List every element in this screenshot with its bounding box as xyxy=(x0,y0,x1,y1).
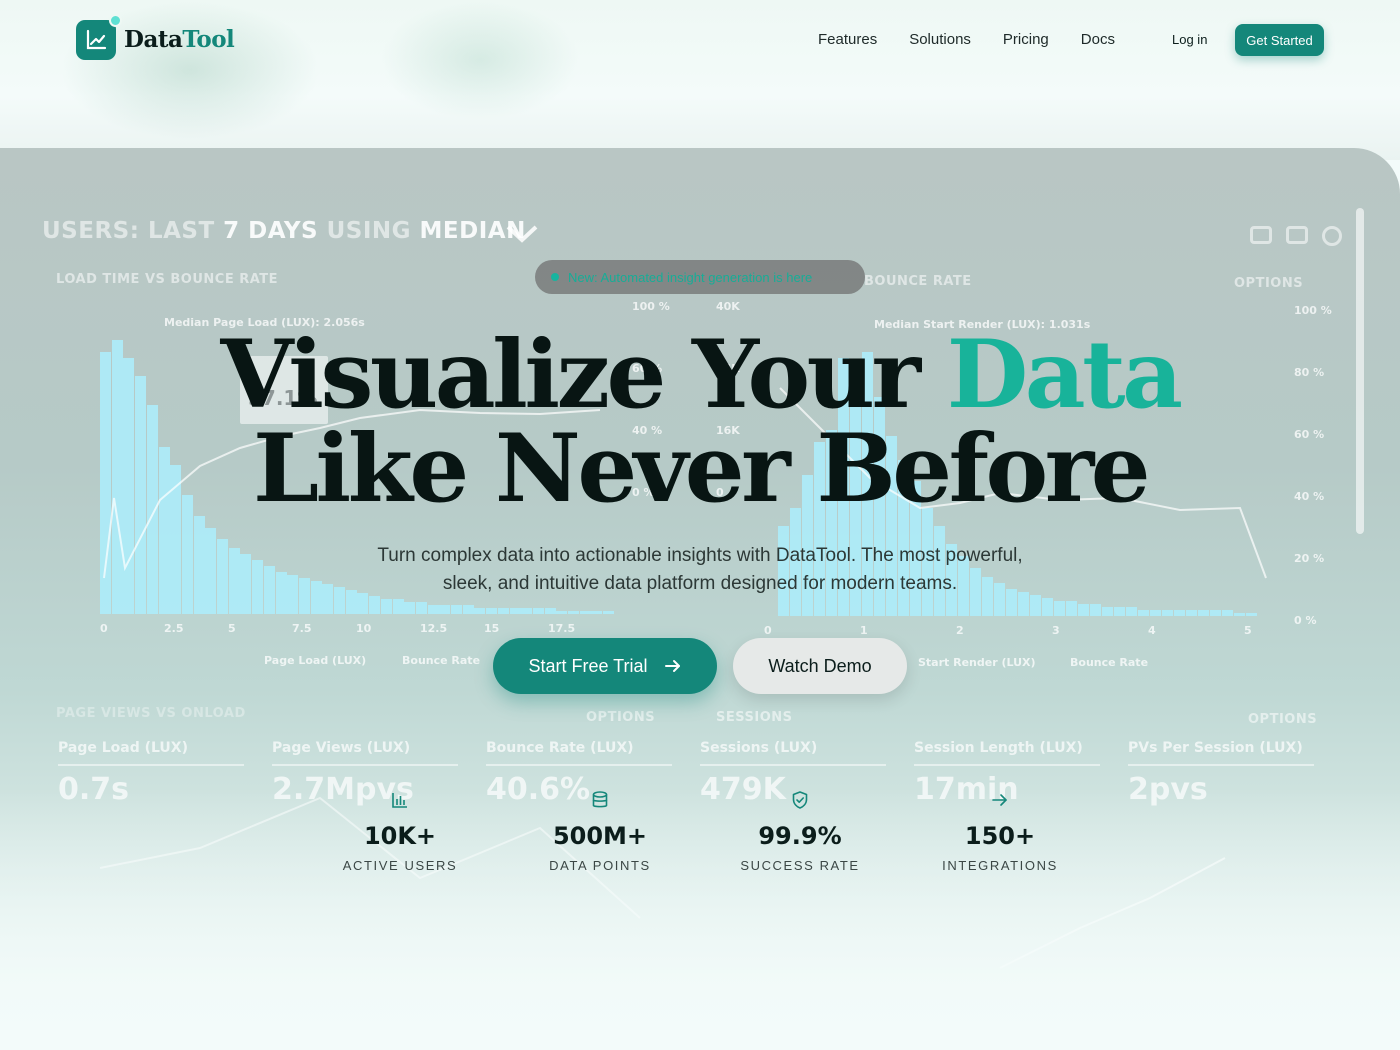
axis-tick: 20 % xyxy=(1294,552,1325,565)
ghost-metric-label: Page Load (LUX) xyxy=(58,740,188,756)
axis-tick: 5 xyxy=(228,622,236,635)
stat-value: 99.9% xyxy=(758,822,842,850)
axis-tick: 1 xyxy=(860,624,868,637)
ghost-metric-label: Bounce Rate (LUX) xyxy=(486,740,634,756)
logo-text-part: Data xyxy=(124,26,183,53)
ghost-metric-label: Sessions (LUX) xyxy=(700,740,818,756)
button-label: Start Free Trial xyxy=(528,655,648,676)
axis-tick: 0 xyxy=(764,624,772,637)
watch-demo-button[interactable]: Watch Demo xyxy=(733,638,907,694)
axis-tick: 40K xyxy=(716,300,740,313)
axis-tick: 7.5 xyxy=(292,622,312,635)
legend-item: Bounce Rate xyxy=(1070,656,1149,669)
axis-tick: 15 xyxy=(484,622,500,635)
hero-title: Visualize Your Data Like Never Before xyxy=(0,328,1400,516)
stat-label: INTEGRATIONS xyxy=(942,858,1058,873)
nav-item-solutions[interactable]: Solutions xyxy=(909,31,971,48)
axis-tick: 10 xyxy=(356,622,372,635)
bar-chart-icon xyxy=(392,793,407,808)
ghost-metric-label: Page Views (LUX) xyxy=(272,740,411,756)
stat-value: 150+ xyxy=(964,822,1036,850)
axis-tick: 0 % xyxy=(1294,614,1317,627)
ghost-metric-divider xyxy=(486,764,672,766)
axis-tick: 4 xyxy=(1148,624,1156,637)
logo-mark[interactable] xyxy=(76,14,122,60)
axis-tick: 100 % xyxy=(632,300,670,313)
get-started-button[interactable]: Get Started xyxy=(1235,24,1324,56)
legend-item: Page Load (LUX) xyxy=(264,654,367,667)
ghost-metric-label: Session Length (LUX) xyxy=(914,740,1083,756)
login-link[interactable]: Log in xyxy=(1172,32,1207,47)
database-icon xyxy=(592,791,608,808)
stat-success-rate: 99.9% SUCCESS RATE xyxy=(700,790,900,873)
axis-tick: 5 xyxy=(1244,624,1252,637)
options-label: OPTIONS xyxy=(1248,712,1318,727)
line-chart-icon xyxy=(86,29,107,50)
logo-text-accent: Tool xyxy=(182,26,235,53)
axis-tick: 2.5 xyxy=(164,622,184,635)
ghost-metric-divider xyxy=(272,764,458,766)
ghost-metric-divider xyxy=(58,764,244,766)
hero-title-line2: Like Never Before xyxy=(252,414,1151,524)
panel-title: SESSIONS xyxy=(716,710,793,725)
ghost-metric-divider xyxy=(700,764,886,766)
stat-label: SUCCESS RATE xyxy=(740,858,860,873)
axis-tick: 3 xyxy=(1052,624,1060,637)
start-free-trial-button[interactable]: Start Free Trial xyxy=(493,638,717,694)
ghost-metric-divider xyxy=(914,764,1100,766)
options-label: OPTIONS xyxy=(586,710,656,725)
nav-item-docs[interactable]: Docs xyxy=(1081,31,1115,48)
logo-dot xyxy=(109,14,122,27)
stat-active-users: 10K+ ACTIVE USERS xyxy=(300,790,500,873)
announcement-badge[interactable]: New: Automated insight generation is her… xyxy=(535,260,865,294)
announcement-text: New: Automated insight generation is her… xyxy=(568,269,813,285)
axis-tick: 2 xyxy=(956,624,964,637)
stat-value: 10K+ xyxy=(363,822,437,850)
shield-check-icon xyxy=(792,791,808,809)
arrow-right-icon xyxy=(992,794,1007,806)
nav-item-pricing[interactable]: Pricing xyxy=(1003,31,1049,48)
stat-label: DATA POINTS xyxy=(549,858,651,873)
axis-tick: 0 xyxy=(100,622,108,635)
stat-label: ACTIVE USERS xyxy=(342,858,458,873)
status-dot xyxy=(551,273,559,281)
legend-item: Bounce Rate xyxy=(402,654,481,667)
arrow-right-icon xyxy=(664,660,680,672)
stat-data-points: 500M+ DATA POINTS xyxy=(500,790,700,873)
stat-value: 500M+ xyxy=(552,822,648,850)
stat-integrations: 150+ INTEGRATIONS xyxy=(900,790,1100,873)
ghost-metric-label: PVs Per Session (LUX) xyxy=(1128,740,1303,756)
main-nav: Features Solutions Pricing Docs xyxy=(818,31,1147,48)
site-header: DataTool Features Solutions Pricing Docs… xyxy=(0,0,1400,80)
hero-subtitle: Turn complex data into actionable insigh… xyxy=(377,545,1023,594)
ghost-metric-divider xyxy=(1128,764,1314,766)
axis-tick: 17.5 xyxy=(548,622,576,635)
legend-item: Start Render (LUX) xyxy=(918,656,1036,669)
axis-tick: 100 % xyxy=(1294,304,1332,317)
axis-tick: 12.5 xyxy=(420,622,448,635)
nav-item-features[interactable]: Features xyxy=(818,31,877,48)
logo-text[interactable]: DataTool xyxy=(124,26,235,53)
panel-title: PAGE VIEWS VS ONLOAD xyxy=(56,706,246,721)
